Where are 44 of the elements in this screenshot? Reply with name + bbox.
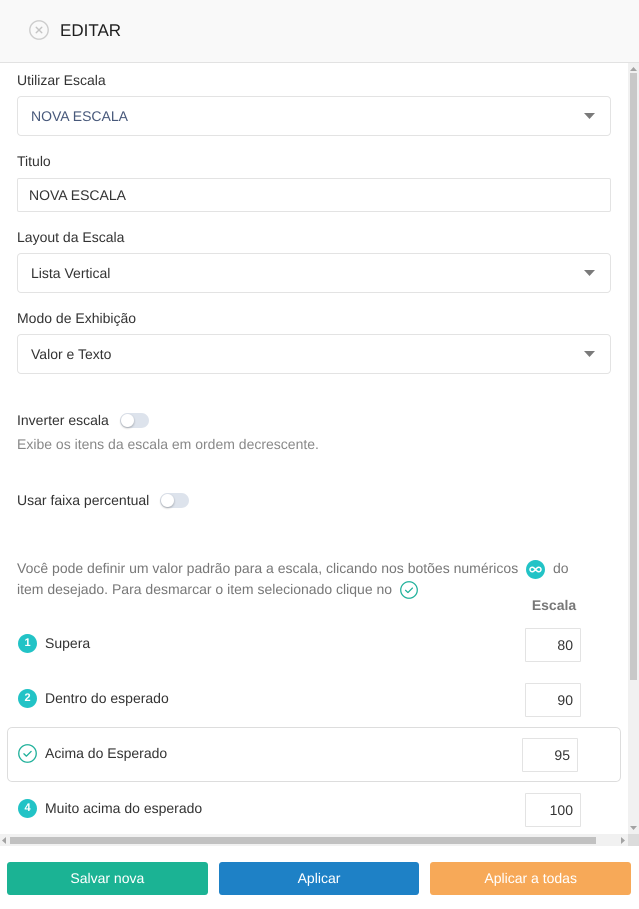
close-icon[interactable]: [29, 20, 49, 40]
hint-text: do: [552, 560, 569, 576]
scale-item-label: Muito acima do esperado: [45, 799, 202, 818]
select-field[interactable]: NOVA ESCALA: [17, 96, 611, 136]
scale-item-label: Dentro do esperado: [45, 689, 169, 708]
scale-item-label: Acima do Esperado: [45, 744, 168, 764]
scroll-up-arrow-icon[interactable]: [630, 67, 637, 71]
scale-item-label: Supera: [45, 634, 90, 654]
column-header: Escala: [530, 596, 578, 614]
scroll-left-arrow-icon[interactable]: [2, 836, 6, 844]
check-circle-icon[interactable]: [18, 744, 37, 763]
scrollbar-thumb[interactable]: [630, 73, 637, 680]
switch-description: Exibe os itens da escala em ordem decrescente.: [17, 435, 320, 454]
hint-text: item desejado. Para desmarcar o item selecionado clique no: [17, 580, 392, 597]
hint-text: Você pode definir um valor padrão para a escala, clicando nos botões numéricos: [17, 560, 518, 576]
scrollbar-thumb[interactable]: [10, 836, 596, 844]
action-button[interactable]: Aplicar: [218, 862, 420, 895]
horizontal-scrollbar[interactable]: [0, 834, 628, 846]
value-input[interactable]: 80: [525, 628, 581, 662]
field-label: Titulo: [17, 152, 52, 171]
value-input[interactable]: 90: [525, 682, 581, 717]
vertical-scrollbar[interactable]: [628, 63, 639, 834]
toggle-switch[interactable]: [160, 492, 190, 508]
panel-title: EDITAR: [60, 20, 122, 42]
value-input[interactable]: 100: [525, 792, 581, 827]
toggle-switch[interactable]: [120, 412, 149, 428]
scroll-right-arrow-icon[interactable]: [621, 836, 625, 844]
field-label: Layout da Escala: [17, 228, 126, 247]
selected-scale-row[interactable]: Acima do Esperado 95: [7, 727, 621, 782]
select-field[interactable]: Valor e Texto: [17, 334, 611, 374]
infinity-icon: [526, 560, 546, 579]
caret-icon: [584, 270, 595, 276]
check-circle-icon[interactable]: [400, 581, 418, 600]
switch-label: Usar faixa percentual: [17, 491, 150, 510]
field-label: Modo de Exhibição: [17, 309, 138, 328]
switch-label: Inverter escala: [17, 411, 109, 430]
text-input[interactable]: NOVA ESCALA: [17, 178, 611, 212]
scrollbar-corner: [628, 834, 639, 846]
select-field[interactable]: Lista Vertical: [17, 253, 611, 293]
value-input[interactable]: 95: [522, 738, 578, 772]
scroll-down-arrow-icon[interactable]: [630, 826, 637, 830]
caret-icon: [584, 113, 595, 119]
field-label: Utilizar Escala: [17, 71, 107, 90]
caret-icon: [584, 351, 595, 357]
